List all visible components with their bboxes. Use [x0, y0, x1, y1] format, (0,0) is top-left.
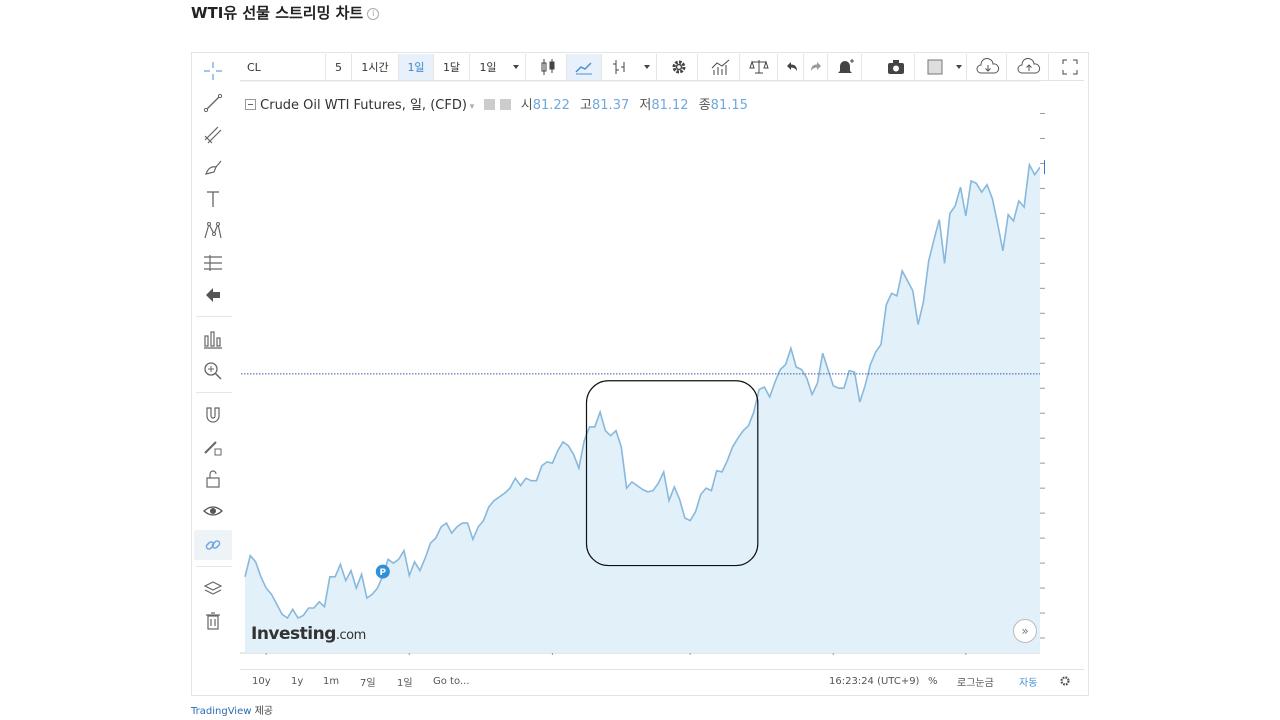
range-7d[interactable]: 7일 [360, 670, 376, 692]
chevron-down-icon [955, 65, 962, 69]
interval-1month[interactable]: 1달 [434, 54, 470, 80]
fullscreen-icon [1062, 59, 1077, 75]
save-button[interactable] [1009, 54, 1049, 80]
range-1m[interactable]: 1m [323, 670, 339, 692]
measure-icon[interactable] [194, 324, 232, 354]
undo-icon [786, 62, 797, 71]
pitchfork-icon[interactable] [194, 120, 232, 150]
redo-icon [810, 62, 821, 71]
footer-suffix: 제공 [254, 706, 274, 717]
link-icon[interactable] [194, 530, 232, 560]
compare-button[interactable] [740, 54, 778, 80]
chevron-down-icon [643, 65, 650, 69]
auto-scale-toggle[interactable]: 자동 [1019, 670, 1037, 692]
text-icon[interactable] [194, 184, 232, 214]
interval-dropdown[interactable] [506, 54, 526, 80]
background-dropdown[interactable] [951, 54, 967, 80]
zoom-in-icon[interactable] [194, 356, 232, 386]
bottom-toolbar: 10y 1y 1m 7일 1일 Go to... 16:23:24 (UTC+9… [240, 669, 1084, 692]
square-icon [927, 59, 943, 75]
open-value: 81.22 [532, 98, 570, 113]
chart-type-dropdown[interactable] [637, 54, 657, 80]
pattern-icon[interactable] [194, 216, 232, 246]
bars-icon [612, 60, 624, 74]
redo-button[interactable] [804, 54, 828, 80]
close-label: 종 [698, 98, 711, 113]
event-marker-label: P [379, 568, 386, 578]
chevron-down-icon [512, 65, 519, 69]
series-name: Crude Oil WTI Futures, 일, (CFD) [260, 98, 467, 113]
area-chart-icon [575, 62, 592, 75]
fib-retracement-icon[interactable] [194, 248, 232, 278]
close-value: 81.15 [710, 98, 748, 113]
cloud-upload-icon [1017, 58, 1040, 74]
tradingview-link[interactable]: TradingView [191, 706, 251, 717]
range-10y[interactable]: 10y [252, 670, 271, 692]
magnet-icon[interactable] [194, 400, 232, 430]
eye-icon[interactable] [194, 496, 232, 526]
load-button[interactable] [969, 54, 1007, 80]
gear-icon [672, 60, 686, 74]
area-chart-button[interactable] [567, 54, 602, 80]
logo-suffix: .com [335, 628, 366, 643]
layers-icon[interactable] [194, 574, 232, 604]
candlestick-button[interactable] [530, 54, 567, 80]
candlestick-icon [541, 59, 555, 75]
indicators-button[interactable] [702, 54, 740, 80]
undo-button[interactable] [780, 54, 804, 80]
log-scale-toggle[interactable]: 로그눈금 [957, 670, 994, 692]
symbol-input[interactable]: CL [240, 54, 326, 80]
last-price-tag [1044, 160, 1045, 175]
logo-main: Investing [251, 624, 336, 644]
clock: 16:23:24 (UTC+9) [829, 675, 920, 687]
fullscreen-button[interactable] [1055, 54, 1084, 80]
bell-plus-icon [837, 59, 854, 73]
range-1d[interactable]: 1일 [397, 670, 413, 692]
unlock-icon[interactable] [194, 464, 232, 494]
brush-icon[interactable] [194, 152, 232, 182]
footer: TradingView 제공 [191, 702, 273, 717]
scroll-to-end-button[interactable]: » [1013, 619, 1037, 643]
alert-button[interactable] [828, 54, 862, 80]
low-value: 81.12 [651, 98, 689, 113]
page-title: WTI유 선물 스트리밍 차트 i [191, 2, 380, 23]
investing-logo: Investing.com [251, 624, 366, 644]
interval-1hour[interactable]: 1시간 [352, 54, 399, 80]
high-value: 81.37 [592, 98, 630, 113]
lock-drawing-icon[interactable] [194, 432, 232, 462]
info-icon[interactable]: i [367, 7, 380, 20]
page-title-text: WTI유 선물 스트리밍 차트 [191, 4, 364, 22]
scale-icon [748, 60, 769, 74]
settings-small-icon[interactable] [484, 99, 496, 110]
range-1y[interactable]: 1y [291, 670, 303, 692]
arrow-left-icon[interactable] [194, 280, 232, 310]
price-area [245, 164, 1040, 653]
cloud-download-icon [976, 58, 999, 74]
price-chart[interactable]: 60.0062.0064.0066.0068.0070.0072.0074.00… [240, 81, 1045, 655]
collapse-icon[interactable] [245, 99, 256, 110]
close-small-icon[interactable] [499, 99, 511, 110]
indicator-button[interactable] [602, 54, 637, 80]
open-label: 시 [520, 98, 533, 113]
percent-toggle[interactable]: % [928, 670, 938, 692]
goto-button[interactable]: Go to... [433, 670, 469, 692]
settings-button[interactable] [661, 54, 698, 80]
camera-icon [888, 60, 904, 74]
interval-5[interactable]: 5 [326, 54, 352, 80]
gear-icon [1060, 676, 1070, 686]
background-button[interactable] [919, 54, 951, 80]
low-label: 저 [639, 98, 652, 113]
indicators-icon [711, 59, 729, 75]
chart-toolbar: CL 5 1시간 1일 1달 1일 [240, 54, 1084, 81]
bottom-settings-button[interactable] [1059, 670, 1071, 692]
series-legend: Crude Oil WTI Futures, 일, (CFD) ▾ 시81.22… [245, 94, 748, 113]
trend-line-icon[interactable] [194, 88, 232, 118]
crosshair-icon[interactable] [194, 56, 232, 86]
interval-1day-b[interactable]: 1일 [470, 54, 506, 80]
interval-1day[interactable]: 1일 [399, 54, 434, 80]
drawing-toolbar [194, 56, 234, 636]
high-label: 고 [580, 98, 593, 113]
snapshot-button[interactable] [878, 54, 915, 80]
trash-icon[interactable] [194, 606, 232, 636]
